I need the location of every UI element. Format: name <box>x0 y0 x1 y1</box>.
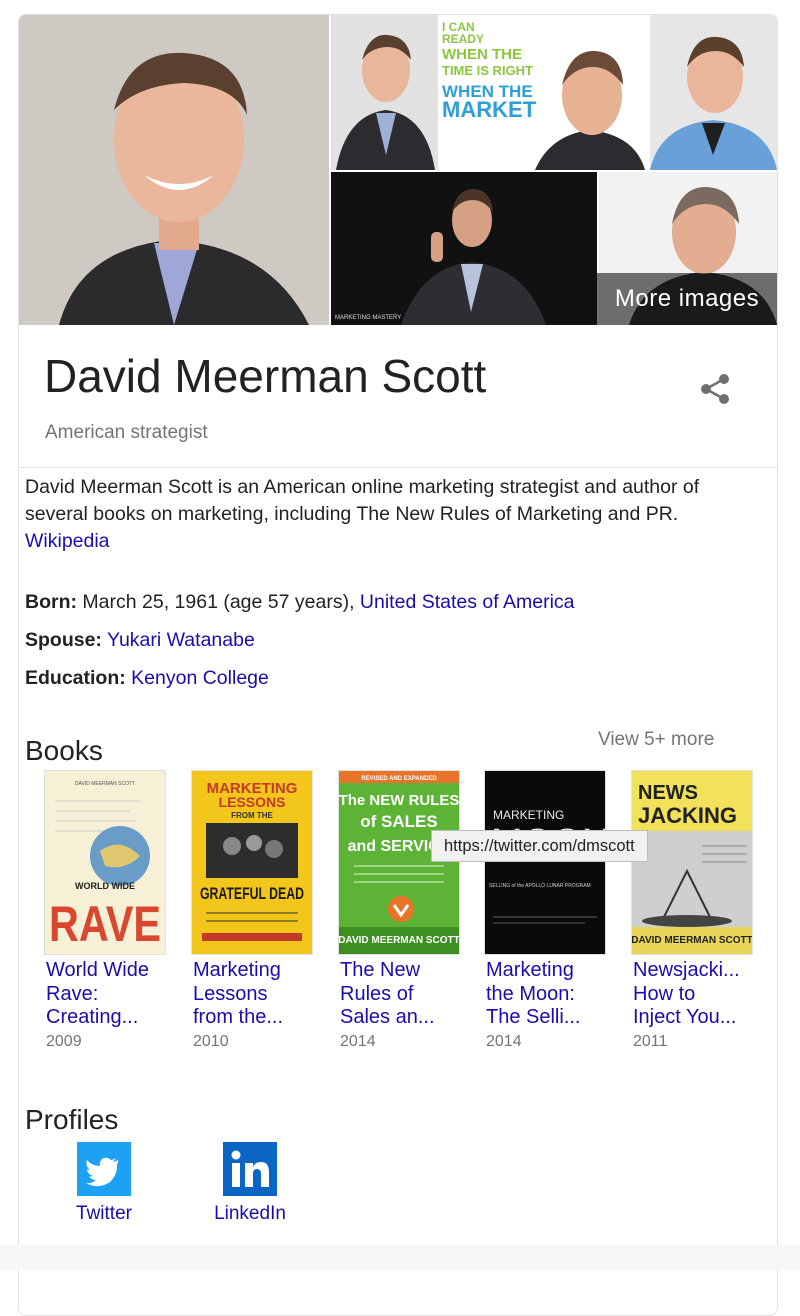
book-card-3[interactable]: REVISED AND EXPANDED The NEW RULES of SA… <box>338 770 463 1051</box>
profile-twitter-label[interactable]: Twitter <box>68 1203 140 1225</box>
profile-linkedin[interactable]: LinkedIn <box>205 1142 295 1225</box>
spouse-link[interactable]: Yukari Watanabe <box>107 629 255 651</box>
thumb-text-3: WHEN THE <box>442 46 522 63</box>
profiles-heading: Profiles <box>25 1104 119 1135</box>
thumb-photo-3 <box>650 15 777 170</box>
fact-education: Education: Kenyon College <box>25 667 269 690</box>
thumb-photo-4: MARKETING MASTERY <box>331 172 597 325</box>
thumb-image-4[interactable]: MARKETING MASTERY <box>331 172 597 325</box>
thumb-image-3[interactable] <box>650 15 777 170</box>
fact-born-value: March 25, 1961 (age 57 years), <box>82 591 355 613</box>
book-card-2[interactable]: MARKETING LESSONS FROM THE GRATEFUL DEAD… <box>191 770 316 1051</box>
book-year-2: 2010 <box>193 1032 229 1050</box>
book-cover-5[interactable]: NEWS JACKING DAVID MEERMAN SCOTT <box>631 770 753 955</box>
thumb-image-1[interactable] <box>331 15 438 170</box>
book-year-5: 2011 <box>633 1032 668 1050</box>
share-icon[interactable] <box>697 371 733 407</box>
thumb-text-4: TIME IS RIGHT <box>442 63 533 78</box>
book-card-4[interactable]: MARKETING MOON SELLING of the APOLLO LUN… <box>484 770 609 1051</box>
cover-1-top: DAVID MEERMAN SCOTT <box>75 781 135 787</box>
cover-2-line4: GRATEFUL DEAD <box>200 884 304 903</box>
book-year-4: 2014 <box>486 1032 522 1050</box>
bottom-edge <box>0 1245 800 1270</box>
fact-spouse: Spouse: Yukari Watanabe <box>25 629 255 652</box>
link-tooltip: https://twitter.com/dmscott <box>431 830 648 862</box>
wikipedia-link[interactable]: Wikipedia <box>25 530 110 552</box>
book-year-1: 2009 <box>46 1032 82 1050</box>
thumb-image-2[interactable]: I CAN READY WHEN THE TIME IS RIGHT WHEN … <box>440 15 648 170</box>
title-block: David Meerman Scott American strategist <box>19 325 777 468</box>
cover-2-line3: FROM THE <box>231 811 273 820</box>
fact-spouse-label: Spouse: <box>25 629 102 651</box>
thumb-text-6: MARKET <box>442 97 537 122</box>
description: David Meerman Scott is an American onlin… <box>25 474 725 555</box>
knowledge-panel: I CAN READY WHEN THE TIME IS RIGHT WHEN … <box>18 14 778 1316</box>
book-title-5[interactable]: Newsjacki... How to Inject You... <box>631 959 756 1030</box>
entity-subtitle: American strategist <box>45 422 208 443</box>
books-heading: Books <box>25 735 103 766</box>
view-more-books-link[interactable]: View 5+ more <box>598 729 714 751</box>
linkedin-icon[interactable] <box>223 1142 277 1196</box>
cover-3-line1: The NEW RULES <box>339 792 459 809</box>
cover-3-line2: of SALES <box>360 812 437 831</box>
image-gallery: I CAN READY WHEN THE TIME IS RIGHT WHEN … <box>19 15 777 325</box>
cover-1-line1: WORLD WIDE <box>75 881 135 891</box>
cover-5-line1: NEWS <box>638 782 698 804</box>
born-place-link[interactable]: United States of America <box>360 591 575 613</box>
cover-2-line2: LESSONS <box>219 794 286 810</box>
fact-education-label: Education: <box>25 667 126 689</box>
book-title-2[interactable]: Marketing Lessons from the... <box>191 959 316 1030</box>
profile-linkedin-label[interactable]: LinkedIn <box>205 1203 295 1225</box>
book-cover-2[interactable]: MARKETING LESSONS FROM THE GRATEFUL DEAD <box>191 770 313 955</box>
book-title-1[interactable]: World Wide Rave: Creating... <box>44 959 169 1030</box>
more-images-button[interactable]: More images <box>597 273 777 325</box>
book-card-5[interactable]: NEWS JACKING DAVID MEERMAN SCOTT Newsjac… <box>631 770 756 1051</box>
education-link[interactable]: Kenyon College <box>131 667 269 689</box>
cover-5-line2: JACKING <box>638 803 737 828</box>
book-title-3[interactable]: The New Rules of Sales an... <box>338 959 463 1030</box>
thumb-badge: MARKETING MASTERY <box>335 315 401 321</box>
book-card-1[interactable]: DAVID MEERMAN SCOTT WORLD WIDE RAVE Worl… <box>44 770 169 1051</box>
portrait-photo <box>19 15 329 325</box>
description-text: David Meerman Scott is an American onlin… <box>25 476 700 525</box>
cover-4-line1: MARKETING <box>493 808 564 822</box>
cover-5-author: DAVID MEERMAN SCOTT <box>632 935 752 946</box>
cover-3-author: DAVID MEERMAN SCOTT <box>339 935 459 946</box>
book-title-4[interactable]: Marketing the Moon: The Selli... <box>484 959 609 1030</box>
cover-4-line3: SELLING of the APOLLO LUNAR PROGRAM <box>489 883 591 889</box>
book-cover-4[interactable]: MARKETING MOON SELLING of the APOLLO LUN… <box>484 770 606 955</box>
profile-twitter[interactable]: Twitter <box>68 1142 140 1225</box>
thumb-photo-1 <box>331 15 438 170</box>
main-portrait-image[interactable] <box>19 15 329 325</box>
book-cover-1[interactable]: DAVID MEERMAN SCOTT WORLD WIDE RAVE <box>44 770 166 955</box>
fact-born: Born: March 25, 1961 (age 57 years), Uni… <box>25 591 575 614</box>
thumb-text-2: READY <box>442 32 484 46</box>
thumb-photo-2: I CAN READY WHEN THE TIME IS RIGHT WHEN … <box>440 15 648 170</box>
fact-born-label: Born: <box>25 591 77 613</box>
cover-1-line2: RAVE <box>49 896 161 952</box>
entity-name: David Meerman Scott <box>44 350 487 402</box>
cover-3-top: REVISED AND EXPANDED <box>361 776 437 782</box>
book-cover-3[interactable]: REVISED AND EXPANDED The NEW RULES of SA… <box>338 770 460 955</box>
book-year-3: 2014 <box>340 1032 376 1050</box>
twitter-icon[interactable] <box>77 1142 131 1196</box>
